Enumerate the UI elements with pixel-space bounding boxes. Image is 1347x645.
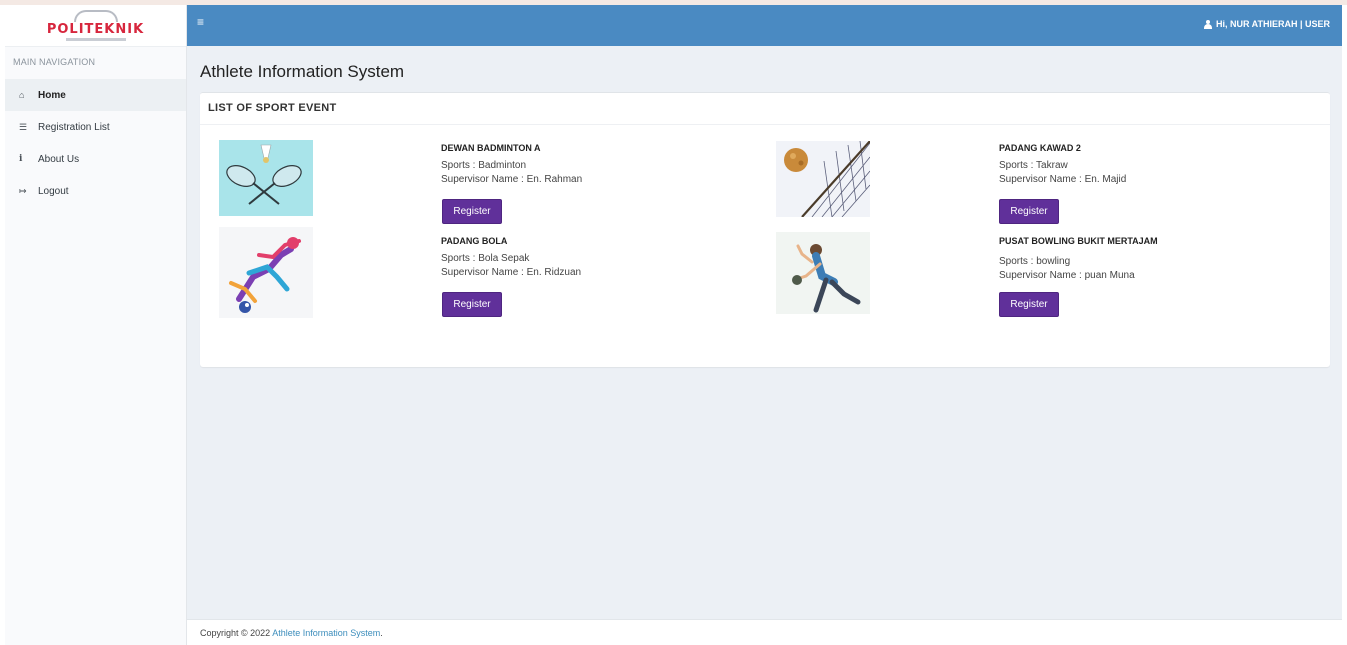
politeknik-logo: POLITEKNIK bbox=[47, 10, 144, 41]
sidebar: POLITEKNIK MAIN NAVIGATION ⌂ Home ☰ Regi… bbox=[5, 5, 187, 645]
logo-text: POLITEKNIK bbox=[46, 22, 145, 37]
sidebar-item-home[interactable]: ⌂ Home bbox=[5, 79, 186, 111]
footer-brand-link[interactable]: Athlete Information System bbox=[272, 628, 380, 638]
badminton-illustration bbox=[219, 140, 313, 216]
event-supervisor: Supervisor Name : En. Rahman bbox=[441, 174, 583, 185]
event-supervisor: Supervisor Name : puan Muna bbox=[999, 270, 1135, 281]
copyright-text: Copyright © 2022 bbox=[200, 628, 273, 638]
logo-box[interactable]: POLITEKNIK bbox=[5, 5, 186, 47]
sidebar-item-label: Logout bbox=[38, 185, 69, 197]
badminton-image bbox=[219, 140, 313, 216]
event-name: DEWAN BADMINTON A bbox=[441, 143, 541, 153]
event-sport: Sports : Badminton bbox=[441, 160, 527, 171]
register-button[interactable]: Register bbox=[442, 292, 502, 317]
sport-event-box: LIST OF SPORT EVENT DEWAN BADMINTON A Sp… bbox=[200, 92, 1330, 367]
box-title: LIST OF SPORT EVENT bbox=[200, 93, 1330, 125]
home-icon: ⌂ bbox=[19, 90, 25, 100]
sidebar-item-about-us[interactable]: i About Us bbox=[5, 143, 186, 175]
sidebar-item-registration-list[interactable]: ☰ Registration List bbox=[5, 111, 186, 143]
sidebar-item-label: Home bbox=[38, 89, 66, 101]
user-menu[interactable]: Hi, NUR ATHIERAH | USER bbox=[1204, 19, 1330, 29]
top-navbar: ≡ Hi, NUR ATHIERAH | USER bbox=[187, 5, 1342, 46]
football-illustration bbox=[219, 227, 313, 318]
football-image bbox=[219, 227, 313, 318]
event-supervisor: Supervisor Name : En. Majid bbox=[999, 174, 1127, 185]
logo-arc bbox=[73, 10, 118, 22]
register-button[interactable]: Register bbox=[999, 199, 1059, 224]
register-button[interactable]: Register bbox=[999, 292, 1059, 317]
sidebar-item-logout[interactable]: ↦ Logout bbox=[5, 175, 186, 207]
logo-underline bbox=[65, 38, 126, 41]
sidebar-item-label: About Us bbox=[38, 153, 80, 165]
bowling-illustration bbox=[776, 232, 870, 314]
main-content: Athlete Information System LIST OF SPORT… bbox=[187, 46, 1342, 619]
user-greeting: Hi, NUR ATHIERAH | USER bbox=[1215, 19, 1330, 29]
info-icon: i bbox=[19, 154, 23, 164]
register-button[interactable]: Register bbox=[442, 199, 502, 224]
event-sport: Sports : Bola Sepak bbox=[441, 253, 530, 264]
user-icon bbox=[1204, 19, 1213, 29]
event-name: PUSAT BOWLING BUKIT MERTAJAM bbox=[999, 236, 1158, 246]
event-name: PADANG KAWAD 2 bbox=[999, 143, 1081, 153]
page-title: Athlete Information System bbox=[200, 62, 405, 81]
event-name: PADANG BOLA bbox=[441, 236, 508, 246]
event-sport: Sports : Takraw bbox=[999, 160, 1068, 171]
bowling-image bbox=[776, 232, 870, 314]
event-sport: Sports : bowling bbox=[999, 256, 1071, 267]
list-icon: ☰ bbox=[19, 121, 28, 132]
footer-suffix: . bbox=[380, 628, 383, 638]
takraw-image bbox=[776, 141, 870, 217]
footer: Copyright © 2022 Athlete Information Sys… bbox=[187, 619, 1342, 645]
takraw-illustration bbox=[776, 141, 870, 217]
sidebar-header: MAIN NAVIGATION bbox=[13, 57, 96, 67]
event-supervisor: Supervisor Name : En. Ridzuan bbox=[441, 267, 582, 278]
sign-out-icon: ↦ bbox=[19, 185, 27, 196]
menu-toggle-icon[interactable]: ≡ bbox=[197, 15, 204, 29]
sidebar-item-label: Registration List bbox=[38, 121, 110, 133]
